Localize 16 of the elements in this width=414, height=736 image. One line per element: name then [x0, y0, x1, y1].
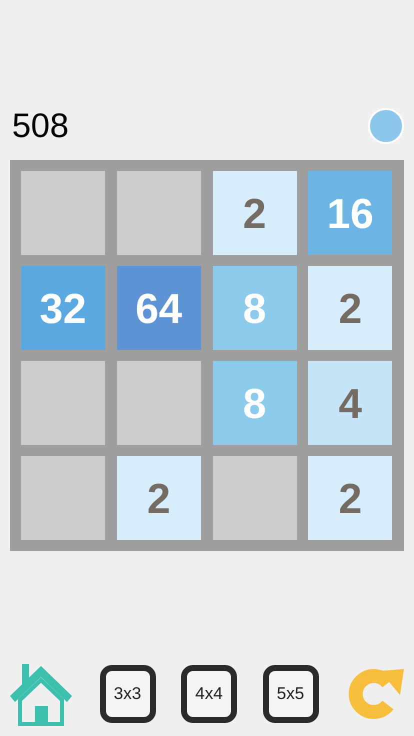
score: 508: [12, 106, 69, 146]
grid-size-button[interactable]: 3x3: [100, 665, 156, 723]
number-tile: 32: [21, 266, 105, 350]
number-tile: 2: [212, 171, 296, 255]
number-tile: 2: [308, 456, 392, 540]
number-tile: 8: [212, 266, 296, 350]
number-tile: 8: [212, 361, 296, 445]
number-tile: 64: [116, 266, 201, 350]
number-tile: 2: [308, 266, 392, 350]
home-button[interactable]: [8, 662, 74, 726]
grid-size-button[interactable]: 5x5: [262, 665, 318, 723]
number-tile: 2: [116, 456, 201, 540]
number-tile: 16: [308, 171, 392, 255]
number-tile: 4: [308, 361, 392, 445]
house-icon: [8, 662, 74, 726]
grid-size-button[interactable]: 4x4: [181, 665, 237, 723]
